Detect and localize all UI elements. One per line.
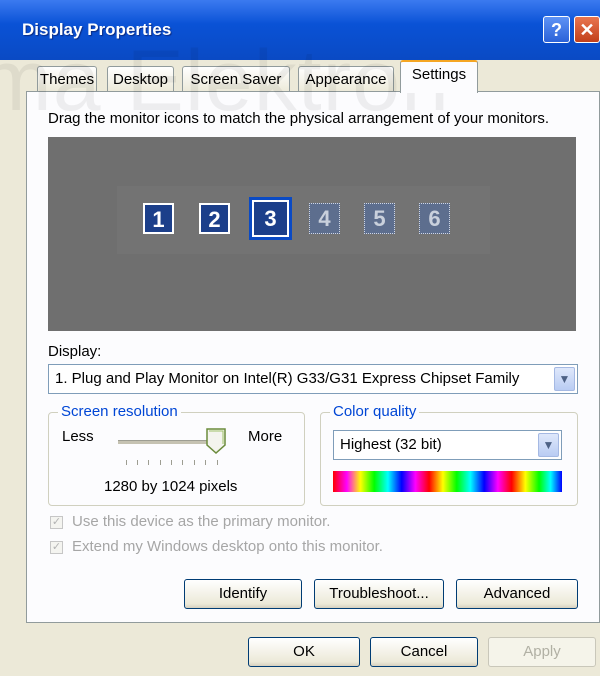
checkmark-icon: ✓ [51,541,62,553]
troubleshoot-button[interactable]: Troubleshoot... [314,579,444,609]
display-select[interactable]: 1. Plug and Play Monitor on Intel(R) G33… [48,364,578,394]
cancel-button[interactable]: Cancel [370,637,478,667]
monitor-icon-4[interactable]: 4 [309,203,340,234]
help-button[interactable]: ? [543,16,570,43]
tab-appearance[interactable]: Appearance [298,66,394,92]
color-spectrum-bar [333,471,562,492]
display-properties-window: Display Properties ? ✕ Themes Desktop Sc… [0,0,600,676]
chevron-down-icon[interactable]: ▼ [538,433,559,457]
color-quality-select-value: Highest (32 bit) [340,436,442,453]
title-bar[interactable]: Display Properties ? ✕ [0,0,600,60]
extend-desktop-label: Extend my Windows desktop onto this moni… [72,538,383,555]
tab-settings[interactable]: Settings [400,60,478,93]
resolution-slider-track[interactable] [118,440,218,444]
resolution-more-label: More [248,428,283,445]
apply-button[interactable]: Apply [488,637,596,667]
resolution-slider-ticks [126,460,218,466]
extend-desktop-checkbox[interactable]: ✓ [50,541,63,554]
identify-button[interactable]: Identify [184,579,302,609]
resolution-value: 1280 by 1024 pixels [104,478,238,495]
drag-instruction: Drag the monitor icons to match the phys… [48,110,550,127]
resolution-less-label: Less [62,428,94,445]
tab-themes[interactable]: Themes [37,66,97,92]
ok-button[interactable]: OK [248,637,360,667]
primary-monitor-checkbox[interactable]: ✓ [50,516,63,529]
close-button[interactable]: ✕ [574,16,600,43]
primary-monitor-label: Use this device as the primary monitor. [72,513,331,530]
resolution-slider-thumb[interactable] [206,428,226,454]
advanced-button[interactable]: Advanced [456,579,578,609]
color-quality-select[interactable]: Highest (32 bit) ▼ [333,430,562,460]
window-title: Display Properties [22,20,172,39]
color-quality-legend: Color quality [330,403,420,420]
display-label: Display: [48,343,102,360]
monitor-icon-5[interactable]: 5 [364,203,395,234]
checkmark-icon: ✓ [51,516,62,528]
tab-screen-saver[interactable]: Screen Saver [182,66,290,92]
tab-desktop[interactable]: Desktop [107,66,174,92]
screen-resolution-legend: Screen resolution [58,403,181,420]
monitor-icon-1[interactable]: 1 [143,203,174,234]
monitor-icon-6[interactable]: 6 [419,203,450,234]
monitor-icon-2[interactable]: 2 [199,203,230,234]
display-select-value: 1. Plug and Play Monitor on Intel(R) G33… [55,370,520,387]
chevron-down-icon[interactable]: ▼ [554,367,575,391]
monitor-icon-3[interactable]: 3 [249,197,292,240]
